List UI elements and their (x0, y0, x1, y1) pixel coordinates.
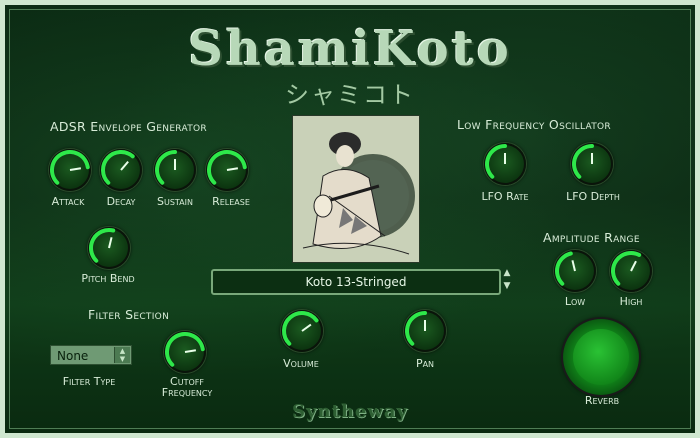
filter-type-select[interactable]: None ▲ ▼ (50, 345, 132, 365)
knob-ring (405, 311, 427, 346)
spin-up-icon[interactable]: ▲ (120, 347, 125, 355)
pan-knob[interactable] (404, 310, 446, 352)
knob-pointer (108, 237, 113, 249)
knob-value-arc (572, 144, 594, 179)
pitch-bend-knob[interactable] (88, 227, 130, 269)
knob-ring (207, 150, 247, 185)
spin-down-icon[interactable]: ▼ (120, 355, 125, 363)
sustain-knob[interactable] (154, 149, 196, 191)
amplitude-high-knob[interactable] (610, 250, 652, 292)
knob-ring (89, 228, 116, 263)
knob-pointer (69, 167, 82, 171)
preset-down-icon[interactable]: ▼ (501, 280, 513, 293)
knob-value-arc (611, 251, 642, 286)
knob-value-arc (207, 150, 247, 185)
app-subtitle: シャミコト (285, 81, 415, 109)
knob-ring (101, 150, 135, 185)
knob-ring (555, 251, 576, 286)
lfo-rate-label: LFO Rate (481, 190, 529, 203)
lfo-section-label: Low Frequency Oscillator (457, 117, 611, 132)
decay-label: Decay (106, 195, 136, 208)
preset-up-down-arrows[interactable]: ▲ ▼ (501, 267, 513, 295)
adsr-section-label: ADSR Envelope Generator (50, 119, 207, 134)
knob-value-arc (165, 332, 205, 367)
preset-display[interactable]: Koto 13-Stringed (211, 269, 501, 295)
knob-pointer (120, 160, 129, 171)
knob-pointer (226, 167, 239, 171)
knob-ring (50, 150, 90, 185)
pitch-bend-label: Pitch Bend (81, 272, 135, 285)
knob-pointer (184, 349, 197, 353)
knob-ring (572, 144, 594, 179)
amplitude-high-label: High (619, 295, 643, 308)
decay-knob[interactable] (100, 149, 142, 191)
lfo-rate-knob[interactable] (484, 143, 526, 185)
pan-label: Pan (415, 357, 435, 370)
attack-label: Attack (51, 195, 85, 208)
amplitude-range-section-label: Amplitude Range (543, 230, 640, 245)
cutoff-frequency-knob[interactable] (164, 331, 206, 373)
volume-label: Volume (283, 357, 319, 370)
lfo-depth-label: LFO Depth (566, 190, 620, 203)
filter-type-label: Filter Type (62, 375, 116, 388)
preset-up-icon[interactable]: ▲ (501, 267, 513, 280)
sustain-label: Sustain (157, 195, 193, 208)
volume-knob[interactable] (281, 310, 323, 352)
cutoff-label-line2: Frequency (161, 386, 213, 399)
filter-section-label: Filter Section (88, 307, 170, 322)
plugin-window: ShamiKoto シャミコト ADSR Envelope Generator … (0, 0, 700, 438)
shamisen-player-illustration (292, 115, 420, 263)
filter-type-spinner[interactable]: ▲ ▼ (114, 347, 130, 363)
knob-value-arc (555, 251, 573, 286)
knob-pointer (571, 260, 576, 272)
brand-logo: Syntheway (291, 401, 408, 422)
knob-value-arc (485, 144, 507, 179)
amplitude-low-knob[interactable] (554, 250, 596, 292)
knob-ring (165, 332, 205, 367)
knob-value-arc (50, 150, 90, 185)
knob-value-arc (101, 150, 135, 185)
knob-ring (485, 144, 507, 179)
knob-value-arc (282, 311, 319, 346)
lfo-depth-knob[interactable] (571, 143, 613, 185)
app-title: ShamiKoto (188, 21, 512, 77)
amplitude-low-label: Low (564, 295, 586, 308)
release-label: Release (212, 195, 250, 208)
knob-value-arc (405, 311, 427, 346)
knob-ring (155, 150, 177, 185)
reverb-knob-cap[interactable] (573, 329, 629, 385)
attack-knob[interactable] (49, 149, 91, 191)
knob-pointer (630, 260, 637, 272)
reverb-knob[interactable] (563, 319, 639, 395)
knob-ring (611, 251, 642, 286)
knob-value-arc (155, 150, 177, 185)
knob-pointer (301, 323, 312, 332)
filter-type-value: None (57, 349, 89, 363)
release-knob[interactable] (206, 149, 248, 191)
knob-ring (282, 311, 319, 346)
